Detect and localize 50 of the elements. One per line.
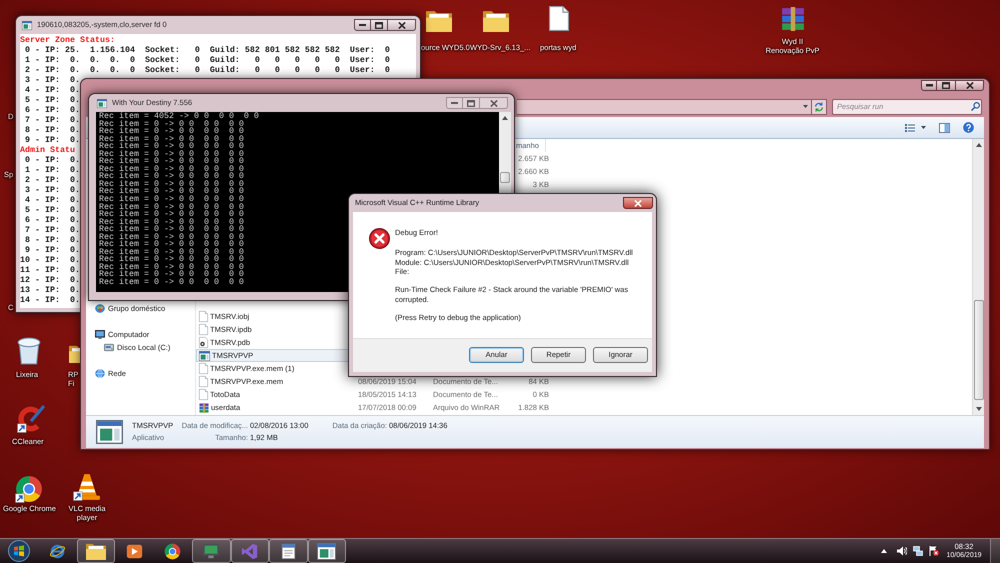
terminal-line: Rec item = 0 -> 0 0 0 0 0 0 — [99, 234, 244, 242]
log-line: 3 - IP: 0. — [24, 75, 80, 85]
terminal-line: Rec item = 0 -> 0 0 0 0 0 0 — [99, 120, 244, 128]
log-line: 7 - IP: 0. — [24, 225, 80, 235]
log-line: 7 - IP: 0. — [24, 115, 80, 125]
terminal-line: Rec item = 0 -> 0 0 0 0 0 0 — [99, 218, 244, 226]
log-line: 10 - IP: 0. — [20, 255, 80, 265]
log-line: 5 - IP: 0. — [24, 205, 80, 215]
log-line: 5 - IP: 0. — [24, 95, 80, 105]
log-line: 4 - IP: 0. — [24, 85, 80, 95]
log-line: 11 - IP: 0. — [20, 265, 80, 275]
terminal-line: Rec item = 0 -> 0 0 0 0 0 0 — [99, 241, 244, 249]
terminal-line: Rec item = 0 -> 0 0 0 0 0 0 — [99, 271, 244, 280]
log-line: 12 - IP: 0. — [20, 275, 80, 285]
log-line: 2 - IP: 0. 0. 0. 0 Socket: 0 Guild: 0 0 0 0 0 User: 0 — [24, 65, 390, 75]
terminal-line: Rec item = 0 -> 0 0 0 0 0 0 — [99, 150, 244, 158]
terminal-line: Rec item = 0 -> 0 0 0 0 0 0 — [99, 204, 244, 212]
log-line: 8 - IP: 0. — [24, 235, 80, 245]
terminal-line: Rec item = 0 -> 0 0 0 0 0 0 — [99, 279, 244, 287]
terminal-line: Rec item = 0 -> 0 0 0 0 0 0 — [99, 248, 244, 256]
status-heading: Server Zone Status: — [20, 35, 115, 45]
log-line: 6 - IP: 0. — [24, 215, 80, 225]
log-line: 0 - IP: 25. 1.156.104 Socket: 0 Guild: 582 801 582 582 582 User: 0 — [24, 45, 390, 55]
log-line: 8 - IP: 0. — [24, 125, 80, 135]
log-line: 4 - IP: 0. — [24, 195, 80, 205]
log-line: 0 - IP: 0. — [24, 155, 80, 165]
terminal-line: Rec item = 0 -> 0 0 0 0 0 0 — [99, 158, 244, 166]
terminal-line: Rec item = 0 -> 0 0 0 0 0 0 — [99, 128, 244, 136]
terminal-line: Rec item = 0 -> 0 0 0 0 0 0 — [99, 196, 244, 204]
terminal-line: Rec item = 0 -> 0 0 0 0 0 0 — [99, 143, 244, 151]
terminal-line: Rec item = 0 -> 0 0 0 0 0 0 — [99, 188, 244, 196]
log-line: 6 - IP: 0. — [24, 105, 80, 115]
log-line: 9 - IP: 0. — [24, 245, 80, 255]
log-line: 1 - IP: 0. 0. 0. 0 Socket: 0 Guild: 0 0 0 0 0 User: 0 — [24, 55, 390, 65]
terminal-line: Rec item = 0 -> 0 0 0 0 0 0 — [99, 180, 244, 188]
log-line: 1 - IP: 0. — [24, 165, 80, 175]
terminal-line: Rec item = 0 -> 0 0 0 0 0 0 — [99, 264, 244, 272]
terminal-line: Rec item = 0 -> 0 0 0 0 0 0 — [99, 136, 244, 144]
terminal-line: Rec item = 4052 -> 0 0 0 0 0 0 — [99, 113, 259, 121]
terminal-line: Rec item = 0 -> 0 0 0 0 0 0 — [99, 173, 244, 181]
terminal-line: Rec item = 0 -> 0 0 0 0 0 0 — [99, 166, 244, 174]
terminal-line: Rec item = 0 -> 0 0 0 0 0 0 — [99, 256, 244, 264]
log-line: 9 - IP: 0. — [24, 135, 80, 145]
log-line: 14 - IP: 0. — [20, 295, 80, 305]
terminal-line: Rec item = 0 -> 0 0 0 0 0 0 — [99, 211, 244, 219]
log-line: 13 - IP: 0. — [20, 285, 80, 295]
status-heading: Admin Statu — [20, 145, 75, 155]
terminal-line: Rec item = 0 -> 0 0 0 0 0 0 — [99, 226, 244, 234]
log-line: 2 - IP: 0. — [24, 175, 80, 185]
log-line: 3 - IP: 0. — [24, 185, 80, 195]
